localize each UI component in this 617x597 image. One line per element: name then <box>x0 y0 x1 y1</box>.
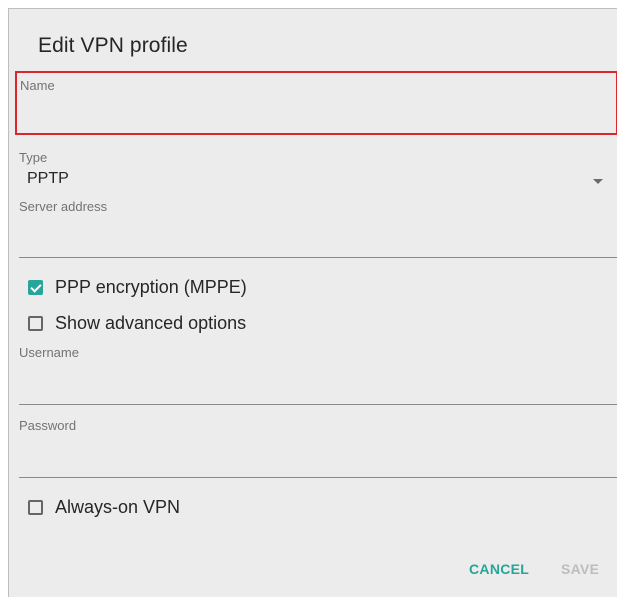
type-dropdown[interactable]: PPTP <box>19 167 617 191</box>
show-advanced-checkbox-row[interactable]: Show advanced options <box>28 311 246 335</box>
username-label: Username <box>19 345 79 360</box>
show-advanced-label: Show advanced options <box>55 312 247 333</box>
username-underline <box>19 404 617 405</box>
password-label: Password <box>19 418 77 433</box>
password-underline <box>19 477 617 478</box>
password-field[interactable] <box>19 436 617 477</box>
type-value: PPTP <box>27 170 69 187</box>
cancel-button[interactable]: CANCEL <box>469 561 529 577</box>
type-label: Type <box>19 150 48 165</box>
save-button[interactable]: SAVE <box>561 561 599 577</box>
edit-vpn-profile-dialog: Edit VPN profile Name Type PPTP Server a… <box>8 8 617 597</box>
ppp-encryption-label: PPP encryption (MPPE) <box>55 276 247 297</box>
always-on-vpn-label: Always-on VPN <box>55 496 181 517</box>
name-label: Name <box>20 78 55 93</box>
name-field[interactable]: Name <box>15 71 617 135</box>
username-field[interactable] <box>19 363 617 404</box>
checkbox-unchecked-icon[interactable] <box>28 315 43 331</box>
always-on-vpn-checkbox-row[interactable]: Always-on VPN <box>28 495 180 519</box>
server-address-field[interactable] <box>19 217 617 257</box>
ppp-encryption-checkbox-row[interactable]: PPP encryption (MPPE) <box>28 275 247 299</box>
server-address-underline <box>19 257 617 258</box>
server-address-label: Server address <box>19 199 108 214</box>
chevron-down-icon <box>593 179 603 184</box>
checkbox-checked-icon[interactable] <box>28 279 43 295</box>
dialog-title: Edit VPN profile <box>38 34 188 57</box>
checkbox-unchecked-icon[interactable] <box>28 499 43 515</box>
